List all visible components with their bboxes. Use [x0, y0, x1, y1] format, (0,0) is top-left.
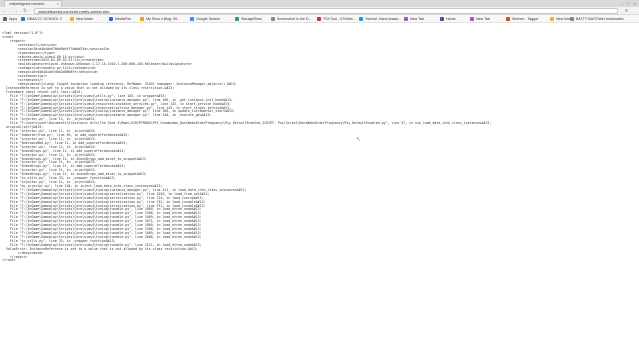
bookmark-item[interactable]: New folder	[70, 16, 93, 22]
other-bookmarks[interactable]: Other bookmarks	[596, 16, 624, 22]
bookmark-item[interactable]: New Tab	[470, 16, 490, 22]
tab-title: xmlprettyprint.com/xml…	[9, 2, 48, 6]
minimize-icon[interactable]: –	[621, 0, 623, 7]
bookmark-favicon-icon	[550, 16, 554, 21]
bookmark-favicon-icon	[470, 16, 474, 21]
bookmark-item[interactable]: Google Search	[190, 16, 220, 22]
back-arrow-icon[interactable]: ←	[3, 7, 8, 15]
bookmark-favicon-icon	[109, 16, 113, 21]
browser-menu-icon[interactable]: ≡	[625, 7, 628, 15]
bookmark-label: StorageSims	[241, 17, 262, 21]
bookmark-label: New Tab	[476, 17, 490, 21]
tab-strip: xmlprettyprint.com/xml… × – □ ×	[0, 0, 639, 7]
bookmark-item[interactable]: BATTY BAIT	[570, 16, 596, 22]
bookmark-item[interactable]: MediaFire	[109, 16, 131, 22]
maximize-icon[interactable]: □	[627, 0, 629, 7]
bookmark-favicon-icon	[21, 16, 25, 21]
bookmark-favicon-icon	[140, 16, 144, 21]
bookmark-item[interactable]: Home	[440, 16, 456, 22]
bookmark-favicon-icon	[70, 16, 74, 21]
window-close-icon[interactable]: ×	[634, 0, 636, 7]
bookmark-label: BATTY BAIT	[576, 17, 597, 21]
bookmark-item[interactable]: New Tab	[404, 16, 424, 22]
bookmarks-bar: Apps DBAA CC SCHOOL !! New folder MediaFire…	[0, 15, 639, 23]
bookmark-favicon-icon	[317, 16, 321, 21]
reload-icon[interactable]: ↻	[23, 7, 27, 15]
bookmark-item[interactable]: Women - Taggot	[506, 16, 538, 22]
bookmark-item[interactable]: My Sims 4 Blog: 90-	[140, 16, 178, 22]
address-bar[interactable]: xmlprettyprint.com/xml-pretty-printer.ph…	[34, 8, 618, 14]
bookmark-item[interactable]: Screenshot in the D...	[271, 16, 312, 22]
bookmark-favicon-icon	[506, 16, 510, 21]
bookmark-label: Tutorial: Hand-drawn...	[365, 17, 402, 21]
bookmark-label: TS4 Tool - 07/Web...	[323, 17, 356, 21]
bookmark-item[interactable]: TS4 Tool - 07/Web...	[317, 16, 356, 22]
address-bar-url: xmlprettyprint.com/xml-pretty-printer.ph…	[38, 9, 110, 14]
browser-toolbar: ← → ↻ xmlprettyprint.com/xml-pretty-prin…	[0, 7, 639, 15]
bookmark-item[interactable]: Apps	[3, 16, 17, 22]
bookmark-label: Apps	[9, 17, 18, 21]
bookmark-label: Google Search	[196, 17, 220, 21]
bookmark-label: My Sims 4 Blog: 90-	[146, 17, 179, 21]
xml-document: <?xml version="1.0"?> <root> <report> <ve…	[0, 24, 639, 344]
bookmark-item[interactable]: Tutorial: Hand-drawn...	[359, 16, 401, 22]
bookmark-label: DBAA CC SCHOOL !!	[27, 17, 62, 21]
xml-line: </root>	[2, 258, 16, 263]
bookmark-favicon-icon	[404, 16, 408, 21]
bookmark-label: Women - Taggot	[512, 17, 539, 21]
bookmark-label: New Tab	[410, 17, 424, 21]
bookmark-item[interactable]: StorageSims	[235, 16, 262, 22]
bookmark-favicon-icon	[190, 16, 194, 21]
bookmark-favicon-icon	[440, 16, 444, 21]
bookmark-favicon-icon	[359, 16, 363, 21]
bookmark-favicon-icon	[235, 16, 239, 21]
forward-arrow-icon[interactable]: →	[13, 7, 18, 15]
bookmark-favicon-icon	[271, 16, 275, 21]
bookmark-label: Home	[446, 17, 456, 21]
bookmark-favicon-icon	[570, 16, 574, 21]
mouse-cursor-icon: ↖	[356, 137, 362, 143]
window-controls: – □ ×	[621, 0, 636, 7]
browser-window: xmlprettyprint.com/xml… × – □ × ← → ↻ xm…	[0, 0, 639, 344]
bookmark-item[interactable]: DBAA CC SCHOOL !!	[21, 16, 62, 22]
tab-active[interactable]: xmlprettyprint.com/xml… ×	[4, 0, 62, 7]
bookmark-label: MediaFire	[115, 17, 131, 21]
bookmark-label: New folder	[76, 17, 94, 21]
apps-icon	[3, 16, 7, 21]
bookmark-label: Screenshot in the D...	[277, 17, 312, 21]
